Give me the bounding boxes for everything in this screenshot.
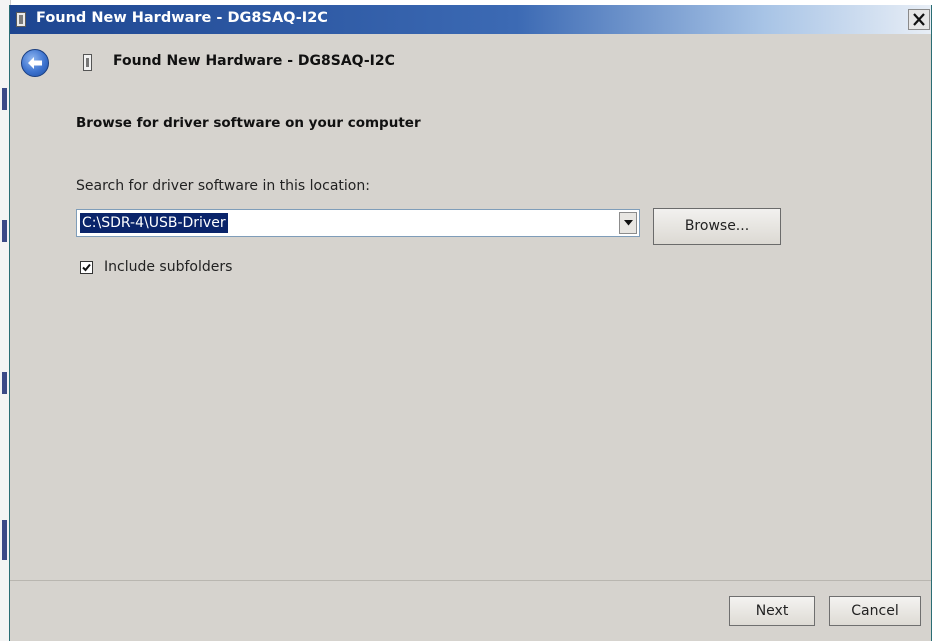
found-new-hardware-dialog: Found New Hardware - DG8SAQ-I2C Found Ne… <box>9 5 932 641</box>
background-marker <box>2 520 7 560</box>
wizard-title: Found New Hardware - DG8SAQ-I2C <box>113 53 395 69</box>
driver-path-combobox[interactable]: C:\SDR-4\USB-Driver <box>76 209 640 237</box>
usb-device-icon <box>83 54 92 71</box>
screen: Found New Hardware - DG8SAQ-I2C Found Ne… <box>0 0 932 641</box>
cancel-button[interactable]: Cancel <box>829 596 921 626</box>
back-arrow-icon <box>28 57 42 69</box>
wizard-header: Found New Hardware - DG8SAQ-I2C <box>10 34 931 82</box>
background-marker <box>2 88 7 110</box>
dialog-footer: Next Cancel <box>10 580 931 641</box>
browse-button[interactable]: Browse... <box>653 208 781 245</box>
page-heading: Browse for driver software on your compu… <box>76 115 421 131</box>
include-subfolders-label[interactable]: Include subfolders <box>104 259 232 275</box>
chevron-down-icon <box>623 220 633 226</box>
close-icon <box>913 13 925 26</box>
next-button[interactable]: Next <box>729 596 815 626</box>
path-dropdown-button[interactable] <box>619 212 637 234</box>
location-label: Search for driver software in this locat… <box>76 178 370 194</box>
checkmark-icon <box>82 263 91 272</box>
include-subfolders-checkbox[interactable] <box>80 261 93 274</box>
driver-path-input[interactable]: C:\SDR-4\USB-Driver <box>80 213 228 233</box>
background-marker <box>2 372 7 394</box>
title-bar[interactable]: Found New Hardware - DG8SAQ-I2C <box>10 5 931 34</box>
background-marker <box>2 220 7 242</box>
close-button[interactable] <box>908 9 930 30</box>
hardware-icon <box>16 12 26 27</box>
window-title: Found New Hardware - DG8SAQ-I2C <box>36 10 328 26</box>
back-button[interactable] <box>21 49 49 77</box>
